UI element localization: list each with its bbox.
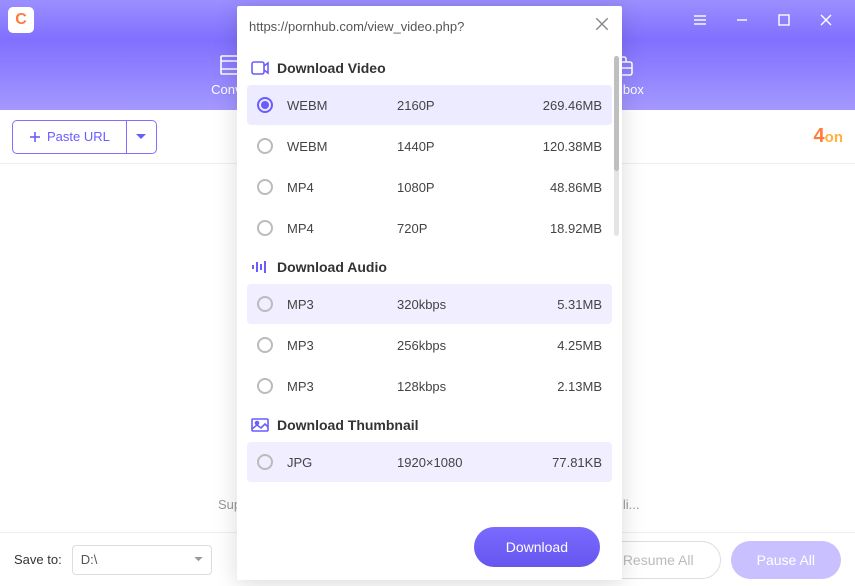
radio-button[interactable] xyxy=(257,454,273,470)
radio-button[interactable] xyxy=(257,337,273,353)
option-size: 18.92MB xyxy=(550,221,602,236)
brand-part2: on xyxy=(825,129,843,146)
radio-button[interactable] xyxy=(257,97,273,113)
modal-header: https://pornhub.com/view_video.php? xyxy=(237,6,622,46)
modal-close-button[interactable] xyxy=(594,16,610,37)
section-title-video: Download Video xyxy=(277,60,386,76)
chevron-down-icon xyxy=(136,134,146,140)
option-size: 77.81KB xyxy=(552,455,602,470)
option-size: 4.25MB xyxy=(557,338,602,353)
window-controls xyxy=(679,5,847,35)
video-option-row[interactable]: MP4720P18.92MB xyxy=(247,208,612,248)
radio-button[interactable] xyxy=(257,179,273,195)
video-option-row[interactable]: WEBM1440P120.38MB xyxy=(247,126,612,166)
option-format: WEBM xyxy=(287,139,397,154)
brand-part1: 4 xyxy=(814,125,825,147)
audio-option-row[interactable]: MP3128kbps2.13MB xyxy=(247,366,612,406)
placeholder-right: ili... xyxy=(620,497,640,512)
paste-url-group: Paste URL xyxy=(12,120,157,154)
resume-all-label: Resume All xyxy=(623,552,694,568)
section-title-thumbnail: Download Thumbnail xyxy=(277,417,419,433)
close-icon[interactable] xyxy=(805,5,847,35)
option-quality: 720P xyxy=(397,221,550,236)
download-button-label: Download xyxy=(506,539,568,555)
audio-icon xyxy=(251,260,269,274)
image-icon xyxy=(251,418,269,432)
scrollbar-thumb[interactable] xyxy=(614,56,619,171)
scrollbar[interactable] xyxy=(614,56,619,236)
download-button[interactable]: Download xyxy=(474,527,600,567)
modal-footer: Download xyxy=(237,514,622,580)
option-format: WEBM xyxy=(287,98,397,113)
option-quality: 256kbps xyxy=(397,338,557,353)
download-modal: https://pornhub.com/view_video.php? Down… xyxy=(237,6,622,580)
option-size: 5.31MB xyxy=(557,297,602,312)
option-quality: 1080P xyxy=(397,180,550,195)
menu-icon[interactable] xyxy=(679,5,721,35)
option-quality: 320kbps xyxy=(397,297,557,312)
section-header-audio: Download Audio xyxy=(247,249,612,283)
option-quality: 128kbps xyxy=(397,379,557,394)
paste-url-button[interactable]: Paste URL xyxy=(12,120,127,154)
option-format: MP4 xyxy=(287,180,397,195)
app-logo: C xyxy=(8,7,34,33)
save-to-value: D:\ xyxy=(81,552,98,567)
save-to-select[interactable]: D:\ xyxy=(72,545,212,575)
video-option-row[interactable]: MP41080P48.86MB xyxy=(247,167,612,207)
video-icon xyxy=(251,61,269,75)
audio-option-row[interactable]: MP3320kbps5.31MB xyxy=(247,284,612,324)
option-quality: 1920×1080 xyxy=(397,455,552,470)
close-icon xyxy=(594,16,610,32)
chevron-down-icon xyxy=(194,557,203,562)
pause-all-label: Pause All xyxy=(757,552,815,568)
option-size: 120.38MB xyxy=(543,139,602,154)
audio-option-row[interactable]: MP3256kbps4.25MB xyxy=(247,325,612,365)
section-header-video: Download Video xyxy=(247,50,612,84)
option-format: MP3 xyxy=(287,379,397,394)
brand-badge: 4on xyxy=(814,125,843,148)
video-option-row[interactable]: WEBM2160P269.46MB xyxy=(247,85,612,125)
radio-button[interactable] xyxy=(257,296,273,312)
option-quality: 1440P xyxy=(397,139,543,154)
modal-body: Download Video WEBM2160P269.46MBWEBM1440… xyxy=(237,46,622,514)
radio-button[interactable] xyxy=(257,138,273,154)
section-header-thumbnail: Download Thumbnail xyxy=(247,407,612,441)
option-format: JPG xyxy=(287,455,397,470)
radio-button[interactable] xyxy=(257,220,273,236)
logo-letter: C xyxy=(15,11,27,29)
section-title-audio: Download Audio xyxy=(277,259,387,275)
maximize-icon[interactable] xyxy=(763,5,805,35)
option-format: MP3 xyxy=(287,338,397,353)
paste-url-dropdown[interactable] xyxy=(127,120,157,154)
save-to-label: Save to: xyxy=(14,552,62,567)
thumbnail-option-row[interactable]: JPG1920×108077.81KB xyxy=(247,442,612,482)
option-size: 269.46MB xyxy=(543,98,602,113)
option-size: 2.13MB xyxy=(557,379,602,394)
option-format: MP4 xyxy=(287,221,397,236)
modal-url: https://pornhub.com/view_video.php? xyxy=(249,19,586,34)
plus-icon xyxy=(29,131,41,143)
option-quality: 2160P xyxy=(397,98,543,113)
option-size: 48.86MB xyxy=(550,180,602,195)
paste-url-label: Paste URL xyxy=(47,129,110,144)
pause-all-button[interactable]: Pause All xyxy=(731,541,841,579)
radio-button[interactable] xyxy=(257,378,273,394)
minimize-icon[interactable] xyxy=(721,5,763,35)
option-format: MP3 xyxy=(287,297,397,312)
